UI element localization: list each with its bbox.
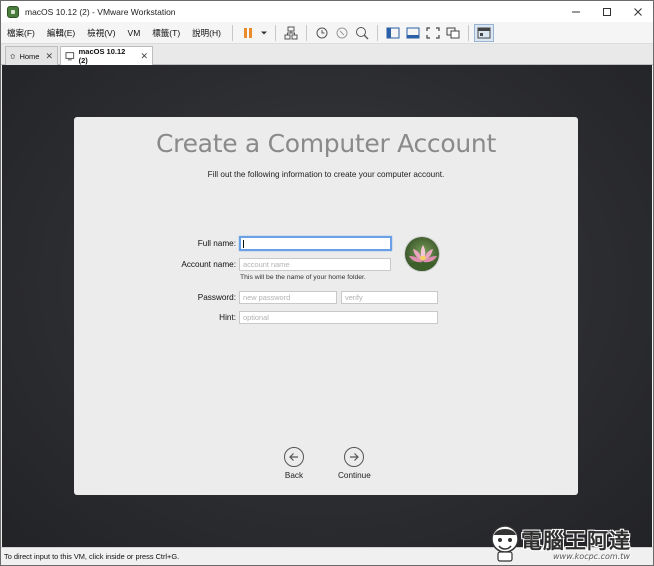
arrow-right-icon	[350, 453, 360, 461]
back-arrow-circle	[284, 447, 304, 467]
menu-tabs[interactable]: 標籤(T)	[146, 22, 186, 44]
minimize-icon	[571, 11, 580, 12]
minimize-button[interactable]	[560, 1, 591, 22]
watermark: 電腦王阿達 www.kocpc.com.tw	[487, 511, 653, 565]
continue-arrow-circle	[344, 447, 365, 467]
toolbar-separator	[274, 24, 276, 41]
toolbar-separator	[376, 24, 378, 41]
mascot-logo	[491, 525, 519, 562]
back-label: Back	[284, 471, 304, 480]
password-label: Password:	[197, 293, 236, 302]
tab-home-close-icon[interactable]: ✕	[45, 51, 53, 62]
tab-macos[interactable]: macOS 10.12 (2) ✕	[60, 46, 153, 65]
thumbnail-view-button[interactable]	[473, 23, 494, 42]
account-name-input[interactable]: account name	[239, 258, 391, 271]
page-title: Create a Computer Account	[156, 129, 496, 158]
watermark-url: www.kocpc.com.tw	[553, 552, 630, 561]
full-screen-icon	[426, 26, 440, 39]
console-view-icon	[406, 27, 420, 38]
menu-view[interactable]: 檢視(V)	[81, 22, 121, 44]
menu-help[interactable]: 說明(H)	[186, 22, 227, 44]
setup-assistant-panel: Create a Computer Account Fill out the f…	[74, 117, 578, 495]
tab-home[interactable]: Home ✕	[5, 46, 58, 65]
vmware-app-icon	[7, 5, 19, 18]
page-subtitle: Fill out the following information to cr…	[207, 170, 445, 179]
menu-file[interactable]: 檔案(F)	[1, 22, 41, 44]
thumbnail-view-icon	[477, 27, 491, 38]
toolbar-separator	[231, 24, 233, 41]
pause-button[interactable]	[238, 24, 258, 42]
unity-button[interactable]	[443, 24, 463, 42]
snapshot-manager-icon	[355, 26, 369, 39]
full-name-input[interactable]	[239, 236, 392, 251]
window-title: macOS 10.12 (2) - VMware Workstation	[25, 6, 176, 17]
tab-macos-label: macOS 10.12 (2)	[78, 47, 126, 65]
unity-icon	[446, 27, 460, 38]
password-hint-input[interactable]: optional	[239, 311, 438, 324]
back-button[interactable]: Back	[284, 447, 304, 480]
full-name-label: Full name:	[197, 239, 236, 248]
account-name-label: Account name:	[181, 260, 236, 269]
revert-snapshot-button[interactable]	[332, 24, 352, 42]
network-icon	[284, 26, 298, 39]
continue-button[interactable]: Continue	[338, 447, 371, 480]
lotus-flower-picture	[405, 237, 439, 271]
snapshot-manager-button[interactable]	[352, 24, 372, 42]
maximize-button[interactable]	[591, 1, 622, 22]
console-view-button[interactable]	[403, 24, 423, 42]
vm-icon	[65, 52, 75, 61]
dropdown-arrow-icon	[260, 31, 267, 34]
menu-edit[interactable]: 編輯(E)	[41, 22, 81, 44]
home-icon	[10, 53, 16, 59]
account-name-hint: This will be the name of your home folde…	[240, 274, 366, 281]
text-caret	[243, 239, 244, 248]
power-dropdown-button[interactable]	[258, 24, 270, 42]
menu-vm[interactable]: VM	[122, 22, 147, 44]
take-snapshot-button[interactable]	[312, 24, 332, 42]
watermark-text: 電腦王阿達	[521, 529, 631, 553]
library-view-button[interactable]	[383, 24, 403, 42]
tab-home-label: Home	[19, 51, 40, 61]
user-avatar[interactable]	[404, 236, 440, 272]
hint-label: Hint:	[219, 313, 236, 322]
snapshot-icon	[316, 27, 328, 38]
toolbar-separator	[305, 24, 307, 41]
status-text: To direct input to this VM, click inside…	[4, 552, 180, 561]
window-controls	[560, 1, 653, 22]
maximize-icon	[602, 7, 611, 16]
tab-bar: Home ✕ macOS 10.12 (2) ✕	[1, 44, 653, 65]
tab-macos-close-icon[interactable]: ✕	[140, 51, 148, 62]
snapshot-revert-icon	[336, 27, 348, 38]
vmware-window: macOS 10.12 (2) - VMware Workstation 檔案(…	[0, 0, 654, 566]
close-button[interactable]	[622, 1, 653, 22]
toolbar-separator	[467, 24, 469, 41]
full-screen-button[interactable]	[423, 24, 443, 42]
password-input[interactable]: new password	[239, 291, 337, 304]
arrow-left-icon	[289, 453, 298, 461]
pause-icon	[243, 27, 252, 38]
menu-toolbar: 檔案(F) 編輯(E) 檢視(V) VM 標籤(T) 說明(H)	[1, 22, 653, 44]
vm-display[interactable]: Create a Computer Account Fill out the f…	[2, 65, 652, 547]
close-icon	[633, 7, 642, 16]
send-ctrl-alt-del-button[interactable]	[281, 24, 301, 42]
continue-label: Continue	[338, 471, 371, 480]
verify-password-input[interactable]: verify	[341, 291, 438, 304]
sidebar-view-icon	[386, 27, 400, 38]
title-bar: macOS 10.12 (2) - VMware Workstation	[1, 1, 653, 22]
